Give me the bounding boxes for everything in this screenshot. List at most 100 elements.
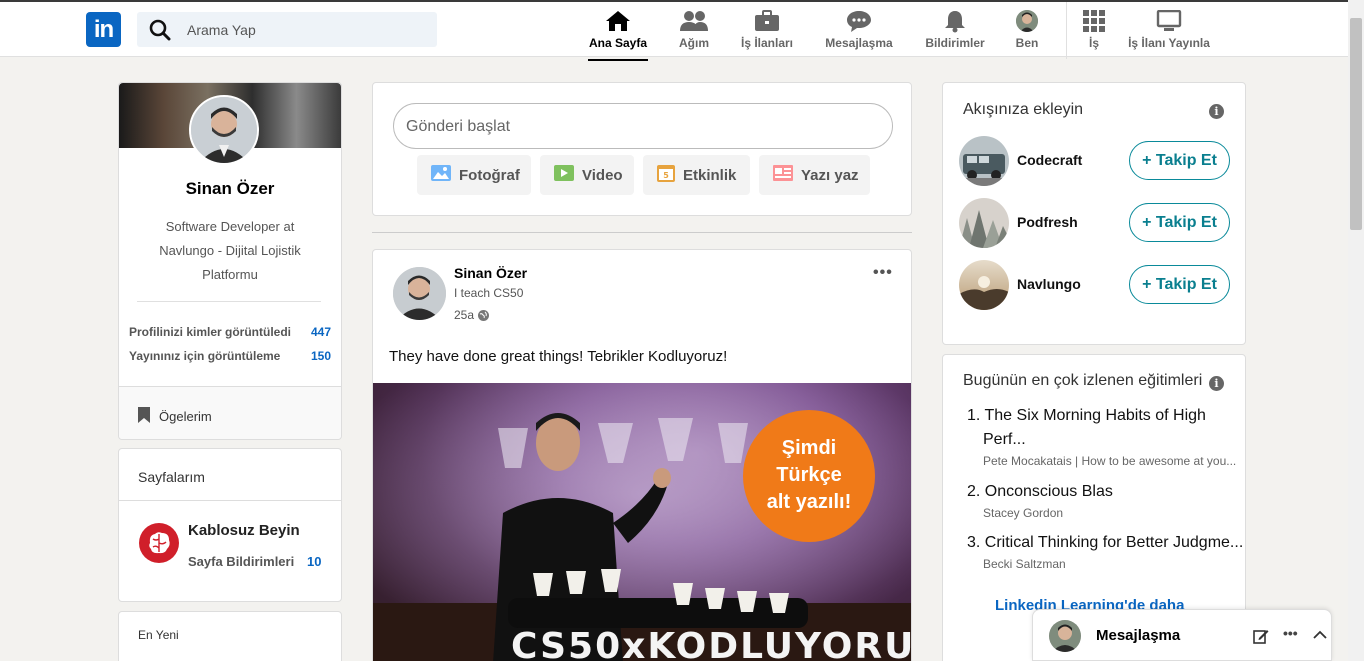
post-image[interactable]: CS50xKODLUYORUZ Şimdi Türkçe alt yazılı! <box>373 383 911 661</box>
profile-views-stat[interactable]: Profilinizi kimler görüntüledi 447 <box>129 325 331 339</box>
stat-label: Yayınınız için görüntüleme <box>129 349 281 363</box>
follow-suggestion: Codecraft + Takip Et <box>959 136 1230 186</box>
nav-notifications[interactable]: Bildirimler <box>924 8 986 56</box>
course-item[interactable]: 3. Critical Thinking for Better Judgme..… <box>967 531 1247 571</box>
briefcase-icon <box>755 10 779 31</box>
network-icon <box>680 11 708 31</box>
my-pages-card: Sayfalarım Kablosuz Beyin Sayfa Bildirim… <box>118 448 342 602</box>
bell-icon <box>945 11 965 33</box>
course-author: Stacey Gordon <box>983 506 1064 520</box>
info-icon[interactable]: i <box>1209 104 1224 119</box>
messaging-title: Mesajlaşma <box>1096 627 1181 644</box>
stat-label: Profilinizi kimler görüntüledi <box>129 325 292 339</box>
article-icon <box>773 165 793 185</box>
follow-button[interactable]: + Takip Et <box>1129 265 1230 304</box>
nav-jobs[interactable]: İş İlanları <box>738 8 796 56</box>
recent-card: En Yeni <box>118 611 342 661</box>
company-avatar[interactable] <box>959 260 1009 310</box>
course-item[interactable]: 1. The Six Morning Habits of High Perf..… <box>967 404 1247 468</box>
nav-me[interactable]: Ben <box>1012 8 1042 56</box>
post-time-text: 25a <box>454 308 475 322</box>
stat-value: 150 <box>310 349 331 363</box>
company-name[interactable]: Codecraft <box>1017 152 1082 168</box>
scrollbar-thumb[interactable] <box>1350 18 1362 230</box>
write-article-button[interactable]: Yazı yaz <box>759 155 870 195</box>
svg-text:5: 5 <box>663 171 669 180</box>
my-pages-title: Sayfalarım <box>119 449 341 501</box>
chevron-up-icon[interactable] <box>1313 630 1327 640</box>
follow-suggestion: Podfresh + Takip Et <box>959 198 1230 248</box>
course-item[interactable]: 2. Onconscious Blas Stacey Gordon <box>967 480 1247 520</box>
event-button[interactable]: 5 Etkinlik <box>643 155 750 195</box>
post-author-name[interactable]: Sinan Özer <box>454 265 527 281</box>
post-author-headline: I teach CS50 <box>454 286 524 300</box>
compose-icon[interactable] <box>1253 628 1269 644</box>
nav-network[interactable]: Ağım <box>677 8 711 56</box>
post-author-avatar[interactable] <box>393 267 446 320</box>
search-icon <box>149 19 171 46</box>
globe-icon <box>478 309 490 321</box>
profile-headline: Software Developer at Navlungo - Dijital… <box>159 219 301 282</box>
my-items-link[interactable]: Ögelerim <box>119 386 341 439</box>
nav-post-job[interactable]: İş İlanı Yayınla <box>1126 8 1212 56</box>
video-icon <box>554 165 574 185</box>
follow-suggestion: Navlungo + Takip Et <box>959 260 1230 310</box>
course-title[interactable]: 1. The Six Morning Habits of High Perf..… <box>967 404 1247 452</box>
page-notifications-count: 10 <box>307 554 322 569</box>
brain-logo-icon[interactable] <box>139 523 179 563</box>
profile-card: Sinan Özer Software Developer at Navlung… <box>118 82 342 440</box>
page-notifications-label[interactable]: Sayfa Bildirimleri <box>188 554 294 569</box>
company-name[interactable]: Podfresh <box>1017 214 1078 230</box>
profile-divider <box>137 301 321 302</box>
photo-button-label: Fotoğraf <box>459 166 520 184</box>
follow-button[interactable]: + Takip Et <box>1129 141 1230 180</box>
chat-icon <box>847 11 871 32</box>
start-post-input[interactable]: Gönderi başlat <box>393 103 893 149</box>
feed-suggestions-card: Akışınıza ekleyin i Codecraft + Takip Et… <box>942 82 1246 345</box>
page-scrollbar[interactable] <box>1348 0 1364 661</box>
video-button[interactable]: Video <box>540 155 634 195</box>
feed-sort-divider <box>372 232 912 233</box>
courses-title: Bugünün en çok izlenen eğitimleri <box>963 372 1203 389</box>
messaging-bar[interactable]: Mesajlaşma ••• <box>1032 609 1332 661</box>
nav-home[interactable]: Ana Sayfa <box>588 8 648 61</box>
post-job-icon <box>1156 10 1182 31</box>
messaging-avatar <box>1049 620 1081 652</box>
avatar <box>1016 10 1038 32</box>
video-button-label: Video <box>582 166 623 184</box>
bookmark-icon <box>138 407 150 423</box>
grid-icon <box>1083 10 1105 32</box>
follow-button[interactable]: + Takip Et <box>1129 203 1230 242</box>
course-title[interactable]: 2. Onconscious Blas <box>967 480 1247 504</box>
photo-icon <box>431 165 451 185</box>
my-items-label: Ögelerim <box>159 409 212 424</box>
course-title[interactable]: 3. Critical Thinking for Better Judgme..… <box>967 531 1247 555</box>
messaging-more-icon[interactable]: ••• <box>1283 625 1298 641</box>
event-button-label: Etkinlik <box>683 166 737 184</box>
nav-work[interactable]: İş <box>1082 8 1106 56</box>
search-input[interactable] <box>187 12 427 47</box>
company-name[interactable]: Navlungo <box>1017 276 1081 292</box>
company-avatar[interactable] <box>959 198 1009 248</box>
share-box: Gönderi başlat Fotoğraf Video 5 Etkinlik… <box>372 82 912 216</box>
post-views-stat[interactable]: Yayınınız için görüntüleme 150 <box>129 349 331 363</box>
stat-value: 447 <box>310 325 331 339</box>
profile-avatar[interactable] <box>189 95 259 165</box>
nav-messaging[interactable]: Mesajlaşma <box>823 8 895 56</box>
event-icon: 5 <box>657 164 675 186</box>
course-author: Becki Saltzman <box>983 557 1066 571</box>
recent-title: En Yeni <box>138 628 179 642</box>
post-text: They have done great things! Tebrikler K… <box>389 348 728 365</box>
company-avatar[interactable] <box>959 136 1009 186</box>
post-more-options-icon[interactable]: ••• <box>873 264 893 282</box>
top-navbar: in Ana Sayfa Ağım İş İlanları Mesajlaşma… <box>0 0 1348 61</box>
search-box[interactable] <box>137 12 437 47</box>
page-name[interactable]: Kablosuz Beyin <box>188 522 300 539</box>
info-icon[interactable]: i <box>1209 376 1224 391</box>
linkedin-logo[interactable]: in <box>86 12 121 47</box>
profile-name[interactable]: Sinan Özer <box>119 179 341 199</box>
photo-button[interactable]: Fotoğraf <box>417 155 531 195</box>
article-button-label: Yazı yaz <box>801 166 859 184</box>
nav-divider <box>1066 2 1067 59</box>
feed-post: Sinan Özer I teach CS50 25a ••• They hav… <box>372 249 912 661</box>
